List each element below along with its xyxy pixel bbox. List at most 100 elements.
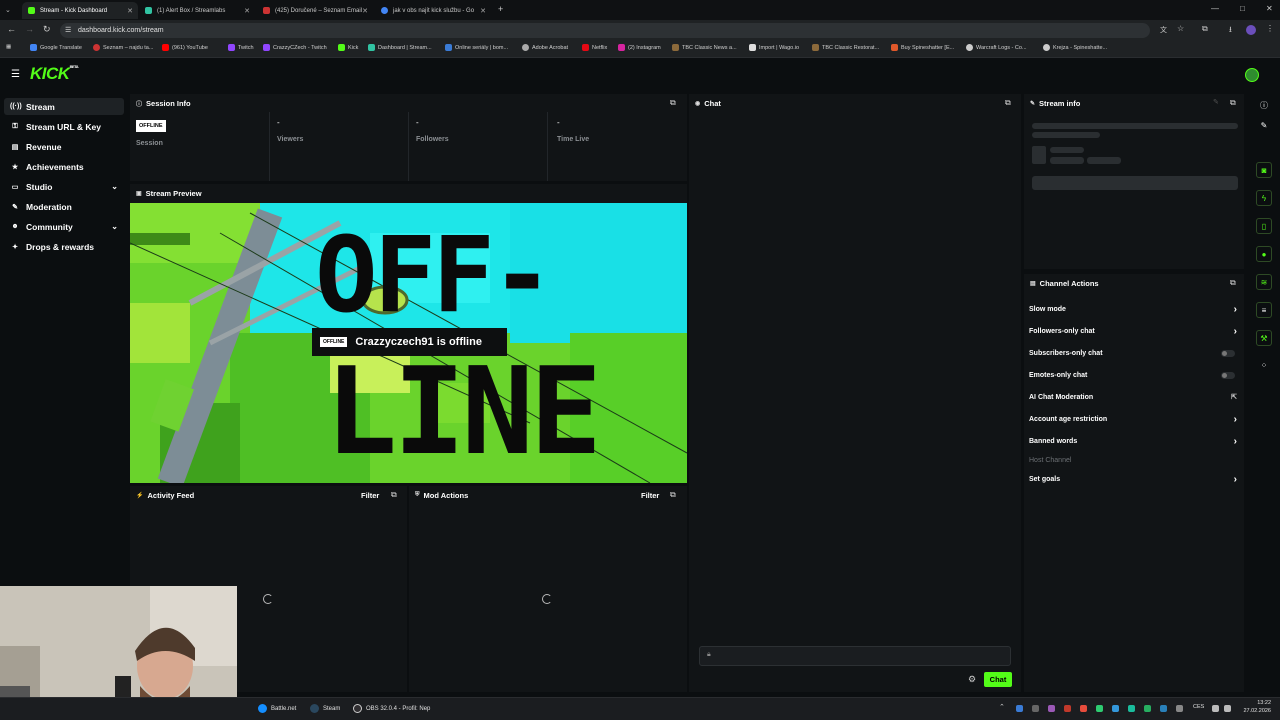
lightning-rail-icon[interactable]: ϟ xyxy=(1256,190,1272,206)
bookmark-item[interactable]: Dashboard | Stream... xyxy=(368,44,432,51)
translate-icon[interactable]: 文 xyxy=(1160,25,1167,35)
tray-app-icon[interactable] xyxy=(1080,705,1087,712)
subscribers-only-toggle[interactable] xyxy=(1221,349,1235,357)
camera-rail-icon[interactable]: ◙ xyxy=(1256,162,1272,178)
url-input[interactable]: ☰ dashboard.kick.com/stream xyxy=(60,23,1150,38)
close-icon[interactable]: ✕ xyxy=(244,7,250,15)
tab-kick-dashboard[interactable]: Stream - Kick Dashboard ✕ xyxy=(22,2,138,19)
close-icon[interactable]: ✕ xyxy=(480,7,486,15)
popout-icon[interactable]: ⧉ xyxy=(670,490,676,500)
tray-app-icon[interactable] xyxy=(1064,705,1071,712)
tab-seznam-email[interactable]: (425) Doručené – Seznam Email ✕ xyxy=(257,2,373,19)
kick-logo[interactable]: KICKBETA xyxy=(30,64,79,84)
document-rail-icon[interactable]: ▯ xyxy=(1256,218,1272,234)
close-icon[interactable]: ✕ xyxy=(362,7,368,15)
site-info-icon[interactable]: ☰ xyxy=(65,23,71,38)
extensions-icon[interactable]: ⧉ xyxy=(1202,24,1208,34)
reload-icon[interactable]: ↻ xyxy=(43,24,51,35)
tray-app-icon[interactable] xyxy=(1144,705,1151,712)
bookmark-item[interactable]: Online seriály | bom... xyxy=(445,44,508,51)
tray-app-icon[interactable] xyxy=(1176,705,1183,712)
bookmark-item[interactable]: Buy Spineshatter [E... xyxy=(891,44,954,51)
channel-action-set-goals[interactable]: Set goals › xyxy=(1029,472,1241,486)
mod-filter-button[interactable]: Filter xyxy=(641,491,659,500)
sidebar-item-drops-rewards[interactable]: ✦ Drops & rewards xyxy=(4,238,124,255)
tray-app-icon[interactable] xyxy=(1048,705,1055,712)
channel-action-ai-moderation[interactable]: AI Chat Moderation ⇱ xyxy=(1029,390,1241,404)
sidebar-item-moderation[interactable]: ✎ Moderation xyxy=(4,198,124,215)
popout-icon[interactable]: ⧉ xyxy=(1005,98,1011,108)
bookmark-star-icon[interactable]: ☆ xyxy=(1177,24,1184,33)
taskbar-item-steam[interactable]: Steam xyxy=(310,704,340,713)
chat-rail-icon[interactable]: ● xyxy=(1256,246,1272,262)
sidebar-item-studio[interactable]: ▭ Studio ⌄ xyxy=(4,178,124,195)
channel-action-emotes-only[interactable]: Emotes-only chat xyxy=(1029,368,1241,382)
bookmark-item[interactable]: Kick xyxy=(338,44,358,51)
tray-chevron-icon[interactable]: ⌃ xyxy=(999,703,1006,711)
bookmark-item[interactable]: Google Translate xyxy=(30,44,82,51)
sidebar-item-stream[interactable]: ((·)) Stream xyxy=(4,98,124,115)
taskbar-item-obs[interactable]: OBS 32.0.4 - Profil: Nep xyxy=(353,704,430,713)
hamburger-menu-icon[interactable]: ☰ xyxy=(11,69,20,80)
sidebar-item-community[interactable]: ☻ Community ⌄ xyxy=(4,218,124,235)
bookmark-item[interactable]: (961) YouTube xyxy=(162,44,208,51)
tray-app-icon[interactable] xyxy=(1128,705,1135,712)
back-icon[interactable]: ← xyxy=(7,24,16,34)
minimize-icon[interactable]: — xyxy=(1211,4,1219,13)
tray-app-icon[interactable] xyxy=(1160,705,1167,712)
list-rail-icon[interactable]: ≡ xyxy=(1256,302,1272,318)
edit-icon[interactable]: ✎ xyxy=(1213,98,1219,106)
bookmark-item[interactable]: (2) Instagram xyxy=(618,44,661,51)
new-tab-icon[interactable]: + xyxy=(498,4,503,14)
forward-icon[interactable]: → xyxy=(25,24,34,34)
info-rail-icon[interactable]: ⓘ xyxy=(1256,98,1272,114)
bookmark-item[interactable]: Import | Wago.io xyxy=(749,44,799,51)
channel-action-account-age[interactable]: Account age restriction › xyxy=(1029,412,1241,426)
tray-app-icon[interactable] xyxy=(1016,705,1023,712)
sidebar-item-stream-url-key[interactable]: ⚿ Stream URL & Key xyxy=(4,118,124,135)
wrench-rail-icon[interactable]: ⚒ xyxy=(1256,330,1272,346)
tray-app-icon[interactable] xyxy=(1032,705,1039,712)
tab-google-search[interactable]: jak v obs najít kick službu - Go ✕ xyxy=(375,2,491,19)
chat-input[interactable]: 🔒︎ xyxy=(699,646,1011,666)
bookmark-item[interactable]: Twitch xyxy=(228,44,254,51)
sidebar-item-achievements[interactable]: ★ Achievements xyxy=(4,158,124,175)
clock[interactable]: 13:22 27.02.2026 xyxy=(1239,700,1271,714)
tab-search-icon[interactable]: ⌄ xyxy=(5,6,11,14)
channel-action-slow-mode[interactable]: Slow mode › xyxy=(1029,302,1241,316)
bookmark-item[interactable]: Krejza - Spineshatte... xyxy=(1043,44,1107,51)
popout-icon[interactable]: ⧉ xyxy=(391,490,397,500)
profile-avatar[interactable] xyxy=(1246,25,1256,35)
bookmark-item[interactable]: CrazzyCZech - Twitch xyxy=(263,44,327,51)
menu-icon[interactable]: ⋮ xyxy=(1266,24,1274,33)
apps-icon[interactable]: ▦ xyxy=(6,44,11,50)
volume-icon[interactable] xyxy=(1224,705,1231,712)
sidebar-item-revenue[interactable]: ▤ Revenue xyxy=(4,138,124,155)
broadcast-rail-icon[interactable]: ≋ xyxy=(1256,274,1272,290)
user-avatar[interactable] xyxy=(1245,68,1259,82)
bookmark-item[interactable]: TBC Classic News a... xyxy=(672,44,737,51)
popout-icon[interactable]: ⧉ xyxy=(1230,278,1236,288)
window-close-icon[interactable]: ✕ xyxy=(1266,4,1273,13)
bookmark-item[interactable]: TBC Classic Restorat... xyxy=(812,44,879,51)
download-icon[interactable]: ⭳ xyxy=(1229,24,1232,38)
chat-send-button[interactable]: Chat xyxy=(984,672,1012,687)
taskbar-item-battlenet[interactable]: Battle.net xyxy=(258,704,296,713)
bookmark-item[interactable]: Netflix xyxy=(582,44,607,51)
popout-icon[interactable]: ⧉ xyxy=(1230,98,1236,108)
edit-rail-icon[interactable]: ✎ xyxy=(1256,118,1272,134)
activity-filter-button[interactable]: Filter xyxy=(361,491,379,500)
chat-settings-gear-icon[interactable]: ⚙ xyxy=(968,674,976,685)
bookmark-item[interactable]: Adobe Acrobat xyxy=(522,44,568,51)
popout-icon[interactable]: ⧉ xyxy=(670,98,676,108)
network-icon[interactable] xyxy=(1212,705,1219,712)
channel-action-banned-words[interactable]: Banned words › xyxy=(1029,434,1241,448)
apps-rail-icon[interactable]: ⁘ xyxy=(1256,358,1272,374)
tray-app-icon[interactable] xyxy=(1112,705,1119,712)
bookmark-item[interactable]: Seznam – najdu ta... xyxy=(93,44,153,51)
tray-app-icon[interactable] xyxy=(1096,705,1103,712)
channel-action-subscribers-only[interactable]: Subscribers-only chat xyxy=(1029,346,1241,360)
maximize-icon[interactable]: □ xyxy=(1240,4,1245,13)
language-indicator[interactable]: CES xyxy=(1193,704,1204,710)
bookmark-item[interactable]: Warcraft Logs - Co... xyxy=(966,44,1027,51)
